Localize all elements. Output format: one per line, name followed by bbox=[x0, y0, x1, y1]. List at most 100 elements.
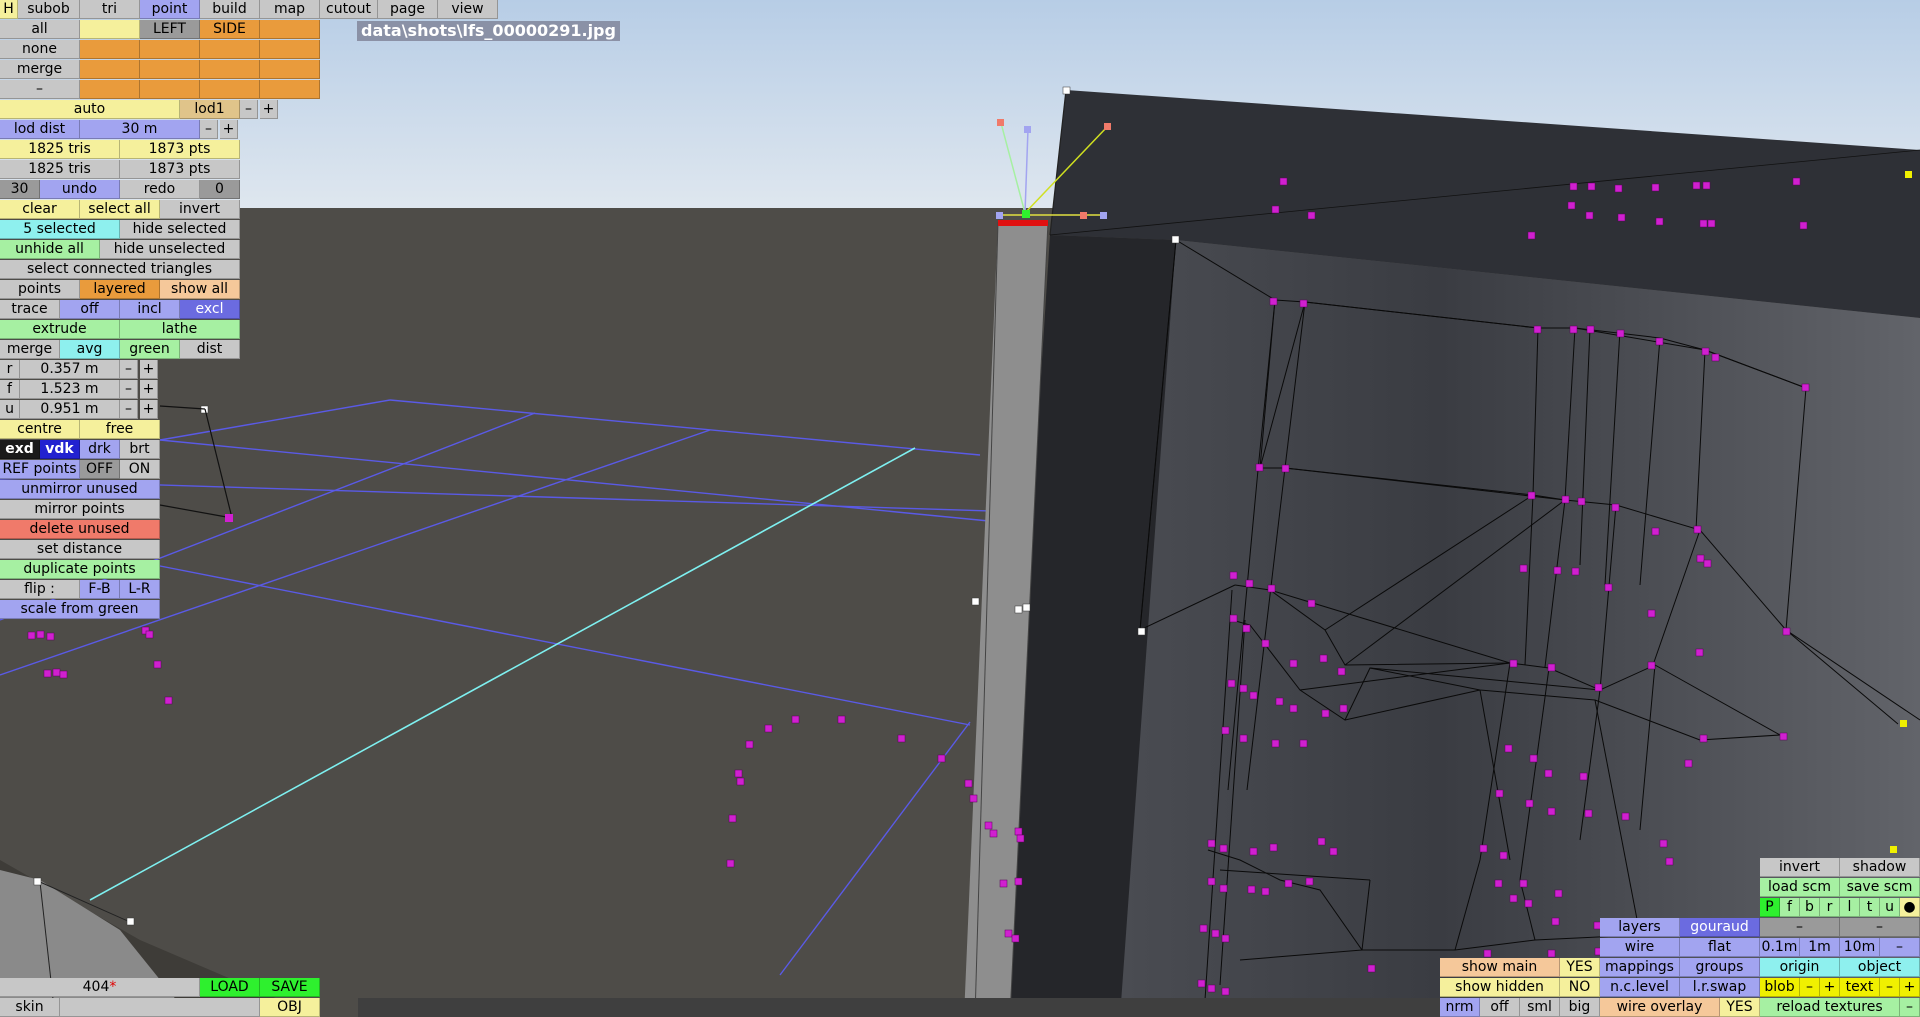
view-f-button[interactable]: f bbox=[1780, 898, 1800, 917]
exd-button[interactable]: exd bbox=[0, 440, 40, 459]
brt-button[interactable]: brt bbox=[120, 440, 160, 459]
text-minus-button[interactable]: – bbox=[1880, 978, 1900, 997]
menu-build[interactable]: build bbox=[200, 0, 260, 19]
blob-minus-button[interactable]: – bbox=[1800, 978, 1820, 997]
select-none-button[interactable]: none bbox=[0, 40, 80, 59]
menu-tri[interactable]: tri bbox=[80, 0, 140, 19]
layers-button[interactable]: layers bbox=[1600, 918, 1680, 937]
menu-cutout[interactable]: cutout bbox=[320, 0, 378, 19]
extrude-button[interactable]: extrude bbox=[0, 320, 120, 339]
select-slot[interactable] bbox=[200, 40, 260, 59]
select-slot[interactable] bbox=[260, 40, 320, 59]
trace-button[interactable]: trace bbox=[0, 300, 60, 319]
show-all-button[interactable]: show all bbox=[160, 280, 240, 299]
avg-button[interactable]: avg bbox=[60, 340, 120, 359]
select-merge-button[interactable]: merge bbox=[0, 60, 80, 79]
set-distance-button[interactable]: set distance bbox=[0, 540, 160, 559]
centre-button[interactable]: centre bbox=[0, 420, 80, 439]
skin-field[interactable] bbox=[60, 998, 260, 1017]
points-button[interactable]: points bbox=[0, 280, 80, 299]
show-hidden-toggle[interactable]: NO bbox=[1560, 978, 1600, 997]
grid-10m-button[interactable]: 10m bbox=[1840, 938, 1880, 957]
view-r-button[interactable]: r bbox=[1820, 898, 1840, 917]
clear-button[interactable]: clear bbox=[0, 200, 80, 219]
lr-swap-button[interactable]: l.r.swap bbox=[1680, 978, 1760, 997]
lod1-button[interactable]: lod1 bbox=[180, 100, 240, 119]
view-l-button[interactable]: l bbox=[1840, 898, 1860, 917]
coord-r-minus[interactable]: – bbox=[120, 360, 138, 379]
menu-view[interactable]: view bbox=[438, 0, 498, 19]
redo-button[interactable]: redo bbox=[120, 180, 200, 199]
flip-fb-button[interactable]: F-B bbox=[80, 580, 120, 599]
view-p-button[interactable]: P bbox=[1760, 898, 1780, 917]
select-slot[interactable] bbox=[80, 20, 140, 39]
left-button[interactable]: LEFT bbox=[140, 20, 200, 39]
coord-u-minus[interactable]: – bbox=[120, 400, 138, 419]
coord-r-value[interactable]: 0.357 m bbox=[20, 360, 120, 379]
unmirror-unused-button[interactable]: unmirror unused bbox=[0, 480, 160, 499]
view-b-button[interactable]: b bbox=[1800, 898, 1820, 917]
trace-off-button[interactable]: off bbox=[60, 300, 120, 319]
hide-selected-button[interactable]: hide selected bbox=[120, 220, 240, 239]
menu-page[interactable]: page bbox=[378, 0, 438, 19]
delete-unused-button[interactable]: delete unused bbox=[0, 520, 160, 539]
select-all-points-button[interactable]: select all bbox=[80, 200, 160, 219]
select-slot[interactable] bbox=[80, 60, 140, 79]
side-button[interactable]: SIDE bbox=[200, 20, 260, 39]
wire-overlay-toggle[interactable]: YES bbox=[1720, 998, 1760, 1017]
layered-button[interactable]: layered bbox=[80, 280, 160, 299]
coord-r-plus[interactable]: + bbox=[140, 360, 158, 379]
select-slot[interactable] bbox=[260, 80, 320, 99]
object-button[interactable]: object bbox=[1840, 958, 1920, 977]
select-slot[interactable] bbox=[200, 60, 260, 79]
grid-01m-button[interactable]: 0.1m bbox=[1760, 938, 1800, 957]
select-slot[interactable] bbox=[260, 20, 320, 39]
menu-map[interactable]: map bbox=[260, 0, 320, 19]
mirror-points-button[interactable]: mirror points bbox=[0, 500, 160, 519]
reload-dash-button[interactable]: – bbox=[1900, 998, 1920, 1017]
nc-level-button[interactable]: n.c.level bbox=[1600, 978, 1680, 997]
select-connected-button[interactable]: select connected triangles bbox=[0, 260, 240, 279]
menu-subob[interactable]: subob bbox=[18, 0, 80, 19]
groups-button[interactable]: groups bbox=[1680, 958, 1760, 977]
free-button[interactable]: free bbox=[80, 420, 160, 439]
view-t-button[interactable]: t bbox=[1860, 898, 1880, 917]
select-dash-button[interactable]: – bbox=[0, 80, 80, 99]
vdk-button[interactable]: vdk bbox=[40, 440, 80, 459]
lod-minus-button[interactable]: – bbox=[240, 100, 258, 119]
gouraud-button[interactable]: gouraud bbox=[1680, 918, 1760, 937]
view-u-button[interactable]: u bbox=[1880, 898, 1900, 917]
mappings-button[interactable]: mappings bbox=[1600, 958, 1680, 977]
obj-button[interactable]: OBJ bbox=[260, 998, 320, 1017]
save-button[interactable]: SAVE bbox=[260, 978, 320, 997]
lod-dist-minus[interactable]: – bbox=[200, 120, 218, 139]
coord-f-plus[interactable]: + bbox=[140, 380, 158, 399]
blob-plus-button[interactable]: + bbox=[1820, 978, 1840, 997]
trace-incl-button[interactable]: incl bbox=[120, 300, 180, 319]
menu-h[interactable]: H bbox=[0, 0, 18, 19]
normals-sml-button[interactable]: sml bbox=[1520, 998, 1560, 1017]
normals-big-button[interactable]: big bbox=[1560, 998, 1600, 1017]
select-slot[interactable] bbox=[200, 80, 260, 99]
flat-button[interactable]: flat bbox=[1680, 938, 1760, 957]
unhide-all-button[interactable]: unhide all bbox=[0, 240, 100, 259]
text-plus-button[interactable]: + bbox=[1900, 978, 1920, 997]
flip-lr-button[interactable]: L-R bbox=[120, 580, 160, 599]
select-slot[interactable] bbox=[140, 40, 200, 59]
undo-button[interactable]: undo bbox=[40, 180, 120, 199]
coord-u-value[interactable]: 0.951 m bbox=[20, 400, 120, 419]
show-main-toggle[interactable]: YES bbox=[1560, 958, 1600, 977]
duplicate-points-button[interactable]: duplicate points bbox=[0, 560, 160, 579]
coord-u-plus[interactable]: + bbox=[140, 400, 158, 419]
select-slot[interactable] bbox=[80, 40, 140, 59]
menu-point[interactable]: point bbox=[140, 0, 200, 19]
merge-button[interactable]: merge bbox=[0, 340, 60, 359]
select-slot[interactable] bbox=[140, 80, 200, 99]
invert-view-button[interactable]: invert bbox=[1760, 858, 1840, 877]
grid-off-button[interactable]: – bbox=[1880, 938, 1920, 957]
lathe-button[interactable]: lathe bbox=[120, 320, 240, 339]
load-button[interactable]: LOAD bbox=[200, 978, 260, 997]
normals-nrm-button[interactable]: nrm bbox=[1440, 998, 1480, 1017]
origin-button[interactable]: origin bbox=[1760, 958, 1840, 977]
viewport-3d[interactable] bbox=[0, 0, 1920, 1017]
